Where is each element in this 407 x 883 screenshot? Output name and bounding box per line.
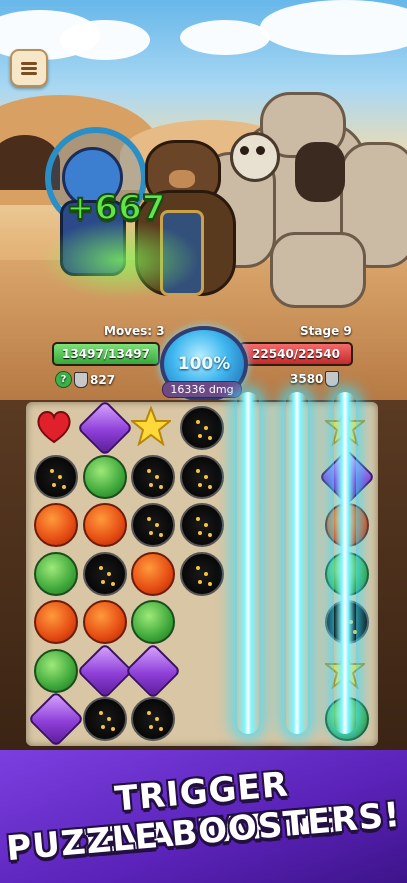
heal-amount-text: +667	[65, 187, 166, 229]
dark-gem-icon	[82, 697, 127, 741]
damage-readout: 16336 dmg	[162, 381, 242, 398]
board-cell[interactable]	[30, 402, 78, 450]
board-cell[interactable]	[176, 548, 224, 596]
board-cell[interactable]	[127, 499, 175, 547]
lightning-beam	[237, 392, 259, 734]
board-cell[interactable]	[79, 693, 127, 741]
dark-gem-icon	[82, 551, 127, 596]
star-gem-icon	[129, 405, 173, 447]
power-percent: 100%	[177, 354, 231, 374]
board-cell[interactable]	[76, 642, 133, 699]
board-cell[interactable]	[79, 548, 127, 596]
board-cell[interactable]	[127, 693, 175, 741]
shield-icon	[74, 371, 88, 388]
board-cell[interactable]	[79, 499, 127, 547]
help-icon[interactable]: ?	[55, 371, 72, 388]
board-cell[interactable]	[176, 451, 224, 499]
lightning-beam	[285, 392, 308, 734]
cloud	[180, 20, 270, 55]
lightning-beam	[334, 392, 356, 734]
dark-gem-icon	[131, 503, 175, 547]
hamburger-icon	[21, 60, 37, 77]
board-cell[interactable]	[79, 596, 127, 644]
board-cell[interactable]	[124, 642, 182, 699]
dark-gem-icon	[179, 551, 224, 596]
amethyst-gem-icon	[76, 399, 133, 457]
fire-gem-icon	[34, 503, 78, 547]
amethyst-gem-icon	[27, 690, 85, 748]
stage-label: Stage 9	[300, 324, 352, 338]
enemy-defense-value: 3580	[290, 372, 324, 386]
enemy-health-bar: 22540/22540	[239, 342, 353, 366]
leaf-gem-icon	[131, 600, 175, 644]
dark-gem-icon	[34, 454, 78, 499]
board-cell[interactable]	[30, 548, 78, 596]
fire-gem-icon	[82, 503, 127, 547]
moves-counter: Moves: 3	[104, 324, 165, 338]
leaf-gem-icon	[34, 551, 78, 596]
player-defense-value: 827	[90, 372, 116, 387]
player-health-bar: 13497/13497	[52, 342, 160, 366]
cloud	[260, 0, 407, 55]
dark-gem-icon	[179, 406, 224, 450]
leaf-gem-icon	[34, 648, 78, 693]
fire-gem-icon	[34, 600, 78, 644]
leaf-gem-icon	[82, 454, 127, 499]
dark-gem-icon	[131, 697, 175, 741]
menu-button[interactable]	[10, 49, 48, 87]
player-defense: ? 827	[55, 371, 115, 388]
board-cell[interactable]	[30, 499, 78, 547]
shield-icon	[325, 371, 340, 387]
board-cell[interactable]	[127, 596, 175, 644]
fire-gem-icon	[82, 600, 127, 644]
healing-sparkles	[40, 220, 200, 300]
board-cell[interactable]	[127, 402, 175, 450]
board-cell[interactable]	[30, 451, 78, 499]
board-cell[interactable]	[30, 596, 78, 644]
cloud	[60, 20, 150, 60]
board-cell[interactable]	[79, 451, 127, 499]
dark-gem-icon	[179, 454, 224, 499]
board-cell[interactable]	[30, 645, 78, 693]
heart-gem-icon	[34, 406, 74, 446]
board-cell[interactable]	[127, 451, 175, 499]
dark-gem-icon	[179, 503, 224, 547]
board-cell[interactable]	[176, 402, 224, 450]
board-cell[interactable]	[27, 690, 85, 748]
fire-gem-icon	[131, 551, 175, 596]
enemy-defense: 3580	[290, 371, 340, 387]
board-cell[interactable]	[127, 548, 175, 596]
amethyst-gem-icon	[76, 642, 133, 699]
amethyst-gem-icon	[124, 642, 182, 699]
board-cell[interactable]	[176, 499, 224, 547]
board-cell[interactable]	[76, 399, 133, 457]
dark-gem-icon	[131, 454, 175, 499]
